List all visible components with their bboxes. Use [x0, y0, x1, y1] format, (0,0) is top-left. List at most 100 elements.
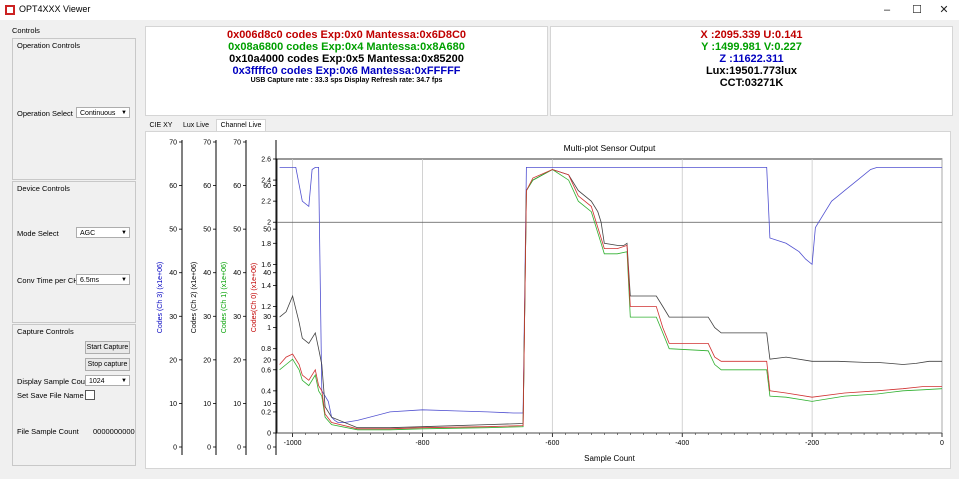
operation-select[interactable]: Continuous ▼: [76, 107, 130, 118]
y-tick-label: 1.4: [261, 283, 271, 290]
x-tick-label: 0: [940, 440, 944, 447]
chart-panel: Multi-plot Sensor Output -1000 -800 -600 -40…: [145, 131, 951, 469]
xu-readout: X :2095.339 U:0.141: [700, 29, 803, 41]
code-axis-tick-label: 20: [169, 357, 177, 364]
code-axis-tick-label: 50: [263, 227, 271, 234]
tab-channel-live[interactable]: Channel Live: [216, 119, 266, 131]
multi-plot-chart: Multi-plot Sensor Output -1000 -800 -600 -40…: [157, 140, 944, 464]
x-axis-label: Sample Count: [584, 454, 635, 463]
device-controls-group: Device Controls Mode Select AGC ▼ Conv T…: [12, 181, 136, 323]
rate-readout: USB Capture rate : 33.3 sps Display Refr…: [250, 77, 443, 84]
cct-readout: CCT:03271K: [719, 77, 784, 89]
maximize-button[interactable]: ☐: [902, 0, 932, 20]
conv-time-select[interactable]: 6.5ms ▼: [76, 274, 130, 285]
y-tick-label: 1.6: [261, 262, 271, 269]
code-axis-tick-label: 0: [267, 445, 271, 452]
close-button[interactable]: ✕: [929, 0, 959, 20]
code-axis-tick-label: 10: [233, 401, 241, 408]
code-axis-tick-label: 40: [169, 270, 177, 277]
tab-lux-live[interactable]: Lux Live: [180, 120, 212, 131]
chevron-down-icon: ▼: [121, 277, 127, 283]
file-sample-count-label: File Sample Count: [17, 427, 79, 436]
window-title: OPT4XXX Viewer: [19, 4, 91, 14]
y-tick-label: 1.2: [261, 304, 271, 311]
code-axis-tick-label: 0: [173, 445, 177, 452]
chevron-down-icon: ▼: [121, 378, 127, 384]
code-axis-tick-label: 70: [169, 140, 177, 147]
code-axis-tick-label: 0: [207, 445, 211, 452]
code-axis-tick-label: 40: [263, 270, 271, 277]
code-axis-tick-label: 60: [263, 183, 271, 190]
device-controls-title: Device Controls: [17, 184, 70, 193]
conv-time-label: Conv Time per CH: [17, 276, 79, 285]
code-axis-tick-label: 40: [233, 270, 241, 277]
y-tick-label: 2.2: [261, 199, 271, 206]
display-sample-count-select[interactable]: 1024 ▼: [85, 375, 130, 386]
channel-readout-box: 0x006d8c0 codes Exp:0x0 Mantessa:0x6D8C0…: [145, 26, 548, 116]
operation-select-value: Continuous: [80, 110, 116, 117]
y-tick-label: 2.6: [261, 157, 271, 164]
code-axis-label: Codes(Ch 0) (x1e+06): [251, 263, 258, 332]
x-tick-label: -200: [805, 440, 819, 447]
ch3-readout: 0x3ffffc0 codes Exp:0x6 Mantessa:0xFFFFF: [232, 65, 461, 77]
controls-title: Controls: [12, 26, 40, 35]
code-axis-tick-label: 60: [169, 183, 177, 190]
code-axis-tick-label: 50: [169, 227, 177, 234]
x-tick-label: -600: [545, 440, 559, 447]
y-tick-label: 0: [267, 431, 271, 438]
code-axis-tick-label: 20: [263, 357, 271, 364]
mode-select[interactable]: AGC ▼: [76, 227, 130, 238]
series-line-ch-2: [279, 169, 942, 429]
x-tick-label: -800: [415, 440, 429, 447]
code-axis-tick-label: 30: [169, 314, 177, 321]
code-axis-label: Codes (Ch 2) (x1e+06): [191, 262, 198, 333]
series-line-ch-3: [279, 167, 942, 423]
mode-select-label: Mode Select: [17, 229, 59, 238]
app-icon: [5, 5, 15, 15]
code-axis-label: Codes (Ch 3) (x1e+06): [157, 262, 164, 333]
save-file-checkbox[interactable]: [85, 390, 95, 400]
series-line-ch-1: [279, 169, 943, 431]
capture-controls-group: Capture Controls Start Capture Stop capt…: [12, 324, 136, 466]
y-tick-label: 1.8: [261, 241, 271, 248]
save-file-label: Set Save File Name: [17, 391, 84, 400]
tab-cie-xy[interactable]: CIE XY: [146, 120, 176, 131]
chevron-down-icon: ▼: [121, 230, 127, 236]
code-axis-tick-label: 60: [233, 183, 241, 190]
x-tick-label: -1000: [284, 440, 302, 447]
code-axis-tick-label: 20: [203, 357, 211, 364]
z-readout: Z :11622.311: [719, 53, 784, 65]
chevron-down-icon: ▼: [121, 110, 127, 116]
series-line-ch-0: [279, 169, 942, 430]
start-capture-button[interactable]: Start Capture: [85, 341, 130, 354]
controls-panel: Controls Operation Controls Operation Se…: [8, 24, 138, 468]
y-tick-label: 0.6: [261, 367, 271, 374]
chart-title: Multi-plot Sensor Output: [564, 143, 656, 153]
mode-select-value: AGC: [80, 230, 96, 237]
code-axis-label: Codes (Ch 1) (x1e+06): [221, 262, 228, 333]
y-tick-label: 0.4: [261, 388, 271, 395]
code-axis-tick-label: 30: [203, 314, 211, 321]
color-readout-box: X :2095.339 U:0.141 Y :1499.981 V:0.227 …: [550, 26, 953, 116]
operation-controls-group: Operation Controls Operation Select Cont…: [12, 38, 136, 180]
code-axis-tick-label: 30: [263, 314, 271, 321]
operation-controls-title: Operation Controls: [17, 41, 80, 50]
code-axis-tick-label: 10: [169, 401, 177, 408]
ch0-readout: 0x006d8c0 codes Exp:0x0 Mantessa:0x6D8C0: [226, 29, 467, 41]
ch1-readout: 0x08a6800 codes Exp:0x4 Mantessa:0x8A680: [228, 41, 465, 53]
ch2-readout: 0x10a4000 codes Exp:0x5 Mantessa:0x85200: [229, 53, 464, 65]
stop-capture-button[interactable]: Stop capture: [85, 358, 130, 371]
plot-area: [276, 158, 943, 434]
code-axis-tick-label: 20: [233, 357, 241, 364]
lux-readout: Lux:19501.773lux: [705, 65, 798, 77]
code-axis-tick-label: 70: [233, 140, 241, 147]
code-axis-tick-label: 50: [233, 227, 241, 234]
y-tick-label: 1: [267, 325, 271, 332]
code-axis-tick-label: 50: [203, 227, 211, 234]
capture-controls-title: Capture Controls: [17, 327, 74, 336]
title-bar: OPT4XXX Viewer – ☐ ✕: [0, 0, 959, 20]
display-sample-count-label: Display Sample Count: [17, 377, 92, 386]
code-axis-tick-label: 0: [237, 445, 241, 452]
code-axis-tick-label: 30: [233, 314, 241, 321]
minimize-button[interactable]: –: [872, 0, 902, 20]
